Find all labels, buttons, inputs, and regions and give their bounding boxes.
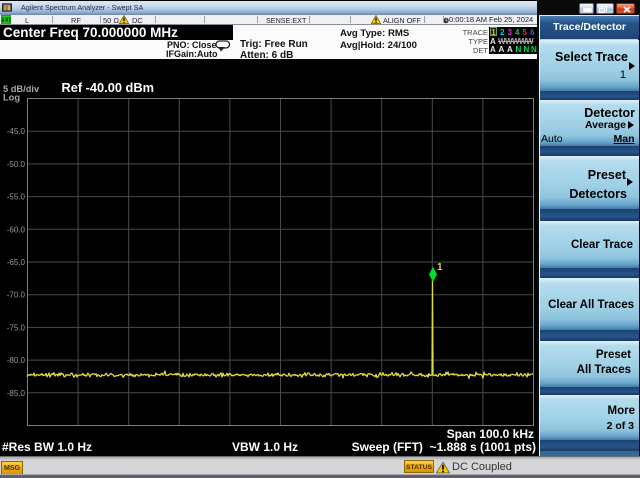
svg-text:Ref -40.00 dBm: Ref -40.00 dBm [62,80,154,95]
svg-text:-50.0: -50.0 [7,160,26,169]
svg-text:Sweep (FFT) ~1.888 s (1001 pt: Sweep (FFT) ~1.888 s (1001 pts) [352,440,536,454]
svg-text:#Res BW 1.0 Hz: #Res BW 1.0 Hz [2,440,92,454]
svg-text:1: 1 [437,262,443,273]
svg-text:-60.0: -60.0 [7,225,26,234]
svg-text:-55.0: -55.0 [7,193,26,202]
svg-text:Span 100.0 kHz: Span 100.0 kHz [447,427,534,441]
svg-text:VBW 1.0 Hz: VBW 1.0 Hz [232,440,298,454]
svg-text:-75.0: -75.0 [7,323,26,332]
svg-text:-80.0: -80.0 [7,356,26,365]
svg-text:-45.0: -45.0 [7,127,26,136]
svg-text:-65.0: -65.0 [7,258,26,267]
svg-text:-70.0: -70.0 [7,291,26,300]
svg-text:Log: Log [3,93,20,103]
svg-text:-85.0: -85.0 [7,389,26,398]
